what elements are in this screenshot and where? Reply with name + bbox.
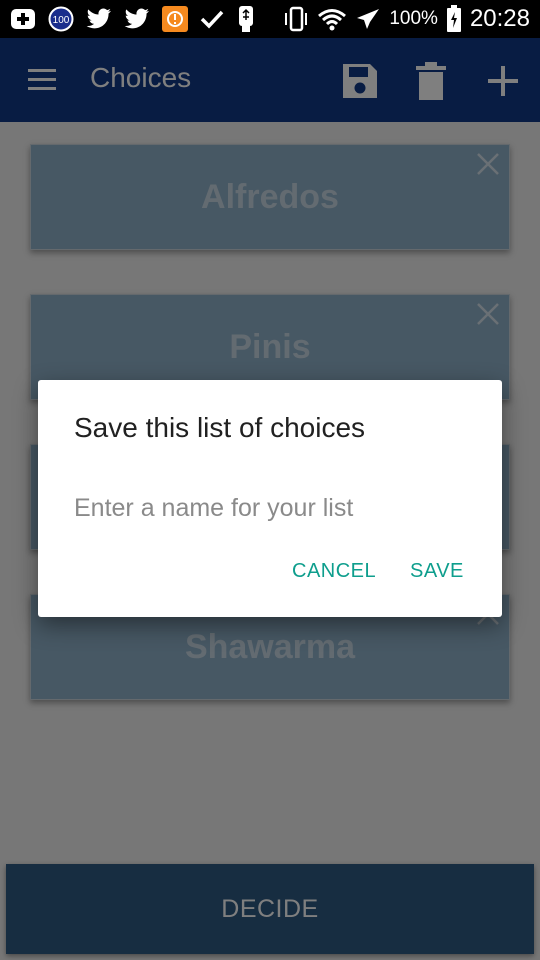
badge-100-icon: 100	[48, 6, 74, 32]
twitter-icon	[124, 6, 150, 32]
airplane-icon	[355, 6, 381, 32]
wifi-icon	[317, 6, 347, 32]
status-bar: 100 100% 20:28	[0, 0, 540, 38]
twitter-icon	[86, 6, 112, 32]
check-icon	[200, 6, 224, 32]
app-screen: 100 100% 20:28 Save this list of choices…	[0, 0, 540, 960]
dialog-title: Save this list of choices	[74, 412, 366, 443]
list-name-input[interactable]	[74, 488, 466, 528]
battery-percent: 100%	[389, 8, 438, 29]
orange-app-icon	[162, 6, 188, 32]
badge-value: 100	[53, 15, 70, 26]
add-box-icon	[10, 6, 36, 32]
usb-icon	[236, 6, 256, 32]
cancel-button[interactable]: CANCEL	[292, 560, 376, 583]
clock: 20:28	[469, 5, 530, 32]
save-button[interactable]: SAVE	[410, 560, 464, 583]
vibrate-icon	[283, 6, 309, 32]
battery-charging-icon	[446, 5, 462, 32]
save-list-dialog: Save this list of choices CANCEL SAVE	[38, 380, 502, 617]
